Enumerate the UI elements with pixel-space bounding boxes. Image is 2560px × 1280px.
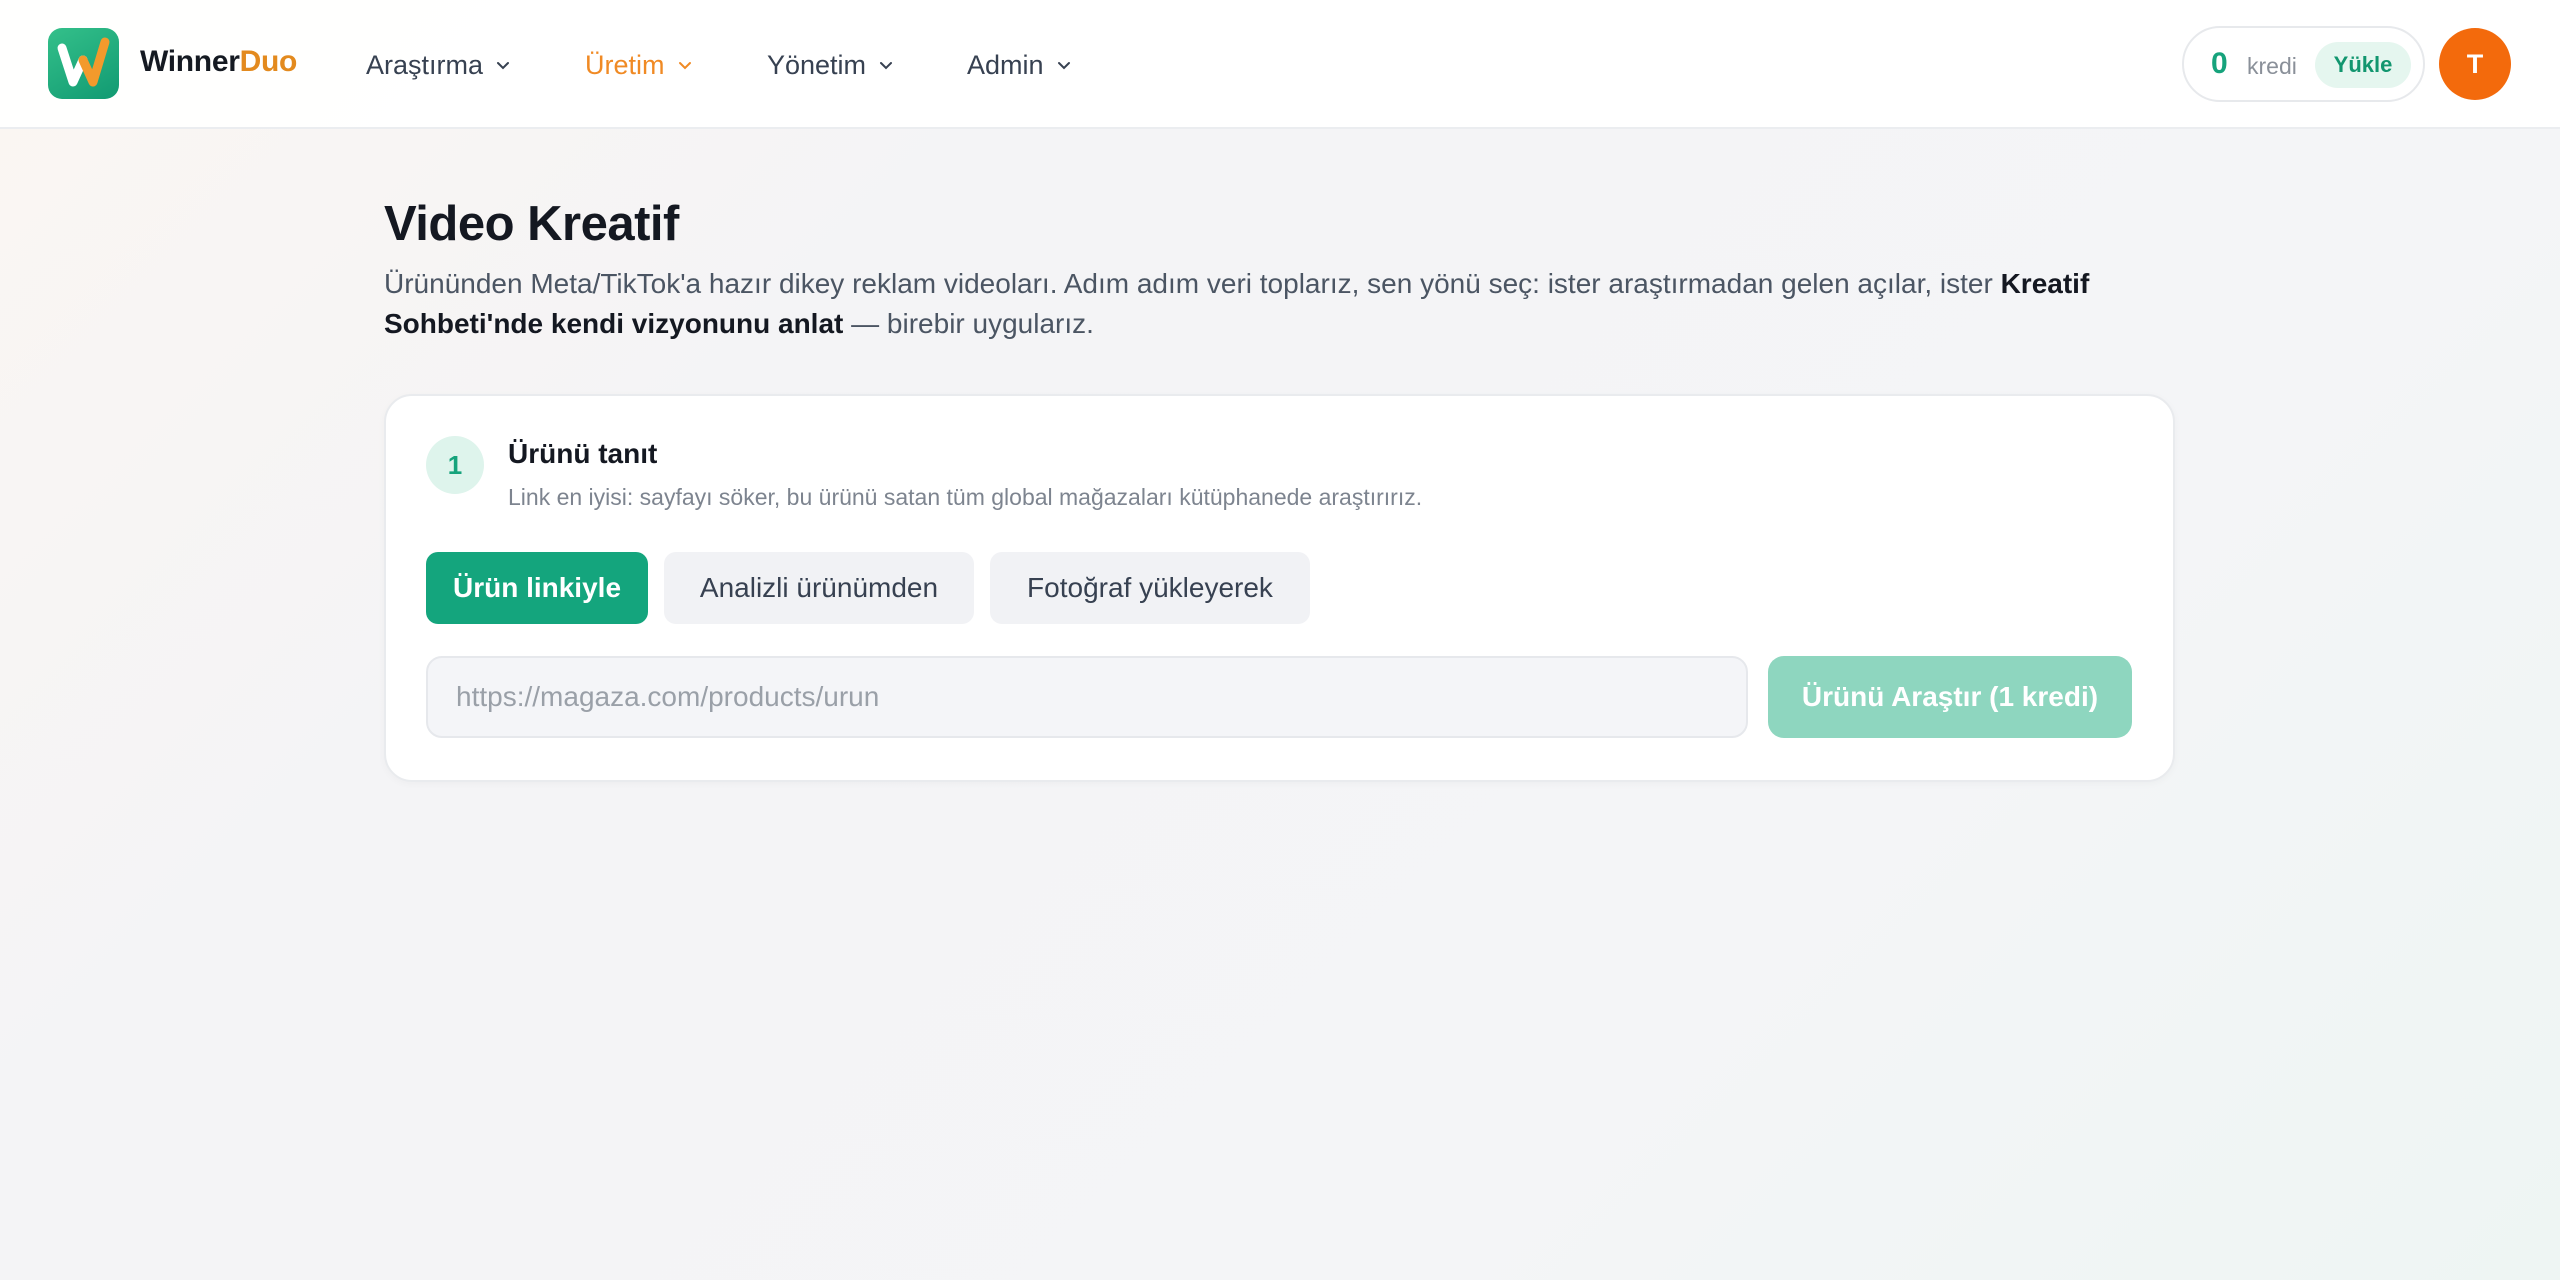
step-number-badge: 1 xyxy=(426,436,484,494)
top-navbar: WinnerDuo Araştırma Üretim Yönetim Admin… xyxy=(0,0,2560,129)
winnerduo-logo-icon[interactable] xyxy=(48,28,119,99)
brand-name[interactable]: WinnerDuo xyxy=(140,45,297,79)
nav-yonetim[interactable]: Yönetim xyxy=(767,47,894,83)
nav-arastirma-label: Araştırma xyxy=(366,49,484,80)
product-url-input[interactable] xyxy=(426,656,1748,738)
credit-balance-pill: 0 kredi Yükle xyxy=(2182,26,2425,102)
load-credits-button[interactable]: Yükle xyxy=(2315,42,2411,88)
tab-analyzed-product[interactable]: Analizli ürünümden xyxy=(664,552,974,624)
step-subtitle: Link en iyisi: sayfayı söker, bu ürünü s… xyxy=(508,484,1423,510)
step-card: 1 Ürünü tanıt Link en iyisi: sayfayı sök… xyxy=(384,394,2175,782)
nav-admin[interactable]: Admin xyxy=(967,47,1072,83)
brand-name-winner: Winner xyxy=(140,45,240,78)
page-description-suffix: — birebir uygularız. xyxy=(843,308,1094,339)
chevron-down-icon xyxy=(678,62,691,70)
chevron-down-icon xyxy=(497,62,510,70)
tab-product-link[interactable]: Ürün linkiyle xyxy=(426,552,648,624)
tab-photo-upload[interactable]: Fotoğraf yükleyerek xyxy=(990,552,1310,624)
nav-arastirma[interactable]: Araştırma xyxy=(366,47,511,83)
chevron-down-icon xyxy=(1057,62,1070,70)
nav-yonetim-label: Yönetim xyxy=(767,49,867,80)
nav-uretim-label: Üretim xyxy=(585,49,665,80)
page-description: Ürününden Meta/TikTok'a hazır dikey rekl… xyxy=(384,264,2184,344)
nav-admin-label: Admin xyxy=(967,49,1044,80)
chevron-down-icon xyxy=(880,62,893,70)
user-avatar[interactable]: T xyxy=(2439,28,2511,100)
page-description-prefix: Ürününden Meta/TikTok'a hazır dikey rekl… xyxy=(384,268,2001,299)
nav-uretim[interactable]: Üretim xyxy=(585,47,693,83)
credit-label: kredi xyxy=(2247,53,2297,79)
research-product-button[interactable]: Ürünü Araştır (1 kredi) xyxy=(1768,656,2132,738)
page-title: Video Kreatif xyxy=(384,197,679,251)
credit-count: 0 xyxy=(2211,47,2228,80)
brand-name-duo: Duo xyxy=(239,45,298,78)
step-title: Ürünü tanıt xyxy=(508,438,658,469)
